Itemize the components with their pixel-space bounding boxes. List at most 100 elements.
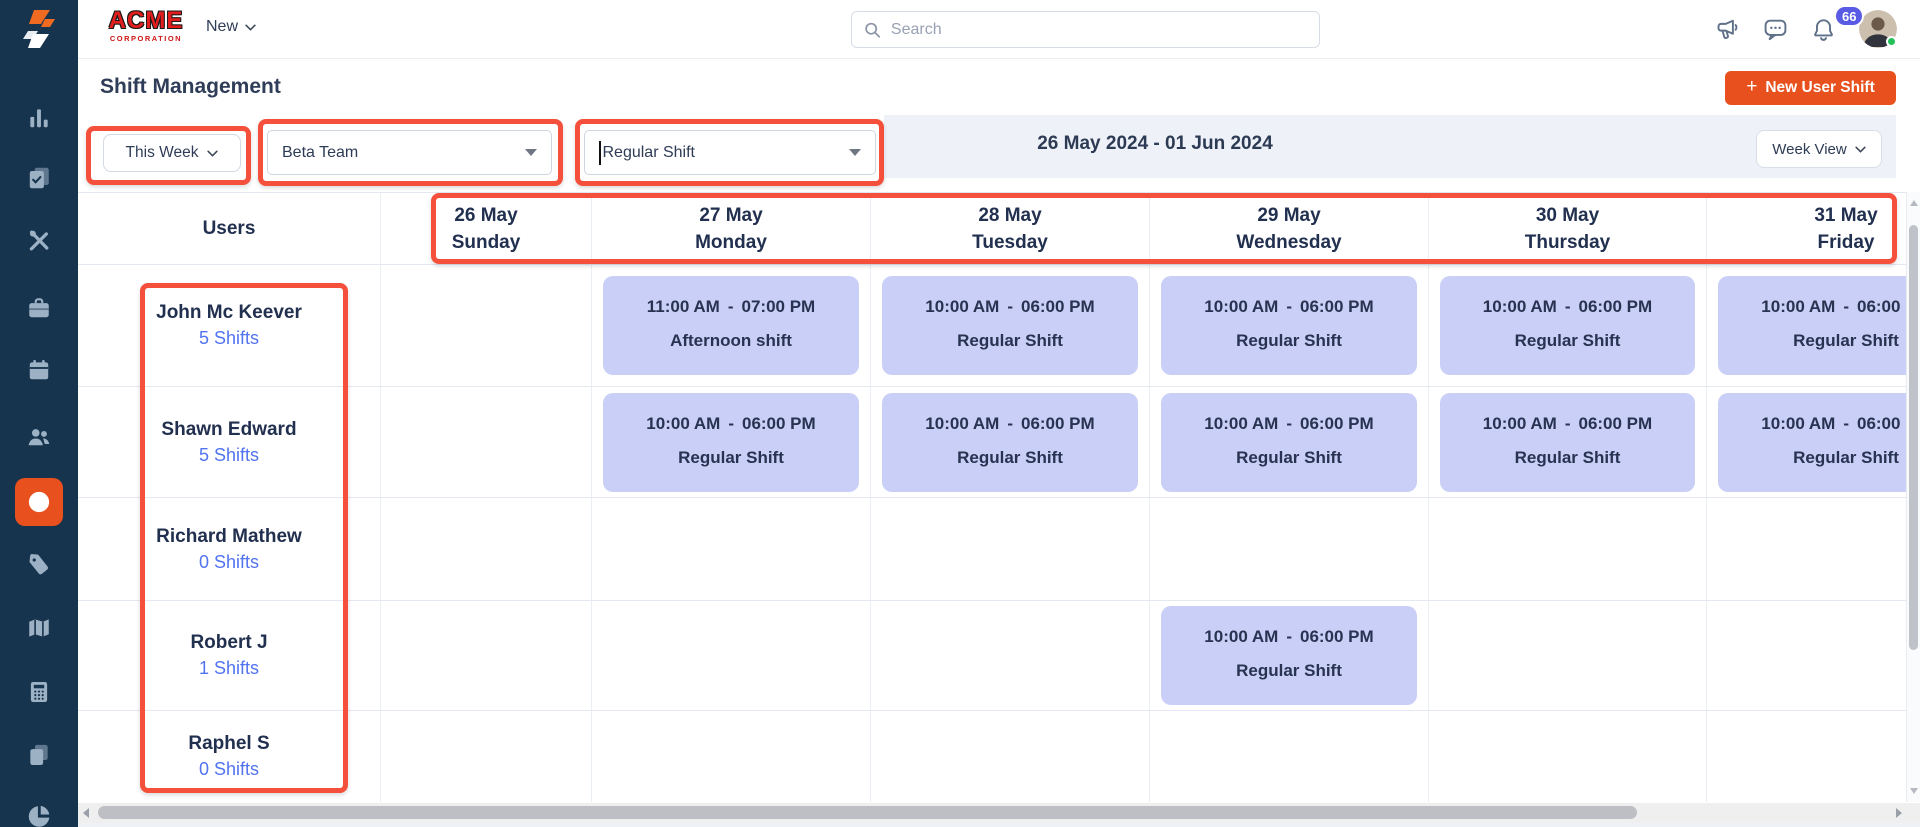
notification-badge: 66 (1834, 5, 1864, 27)
shift-type-select[interactable]: Regular Shift (584, 130, 876, 175)
shift-card[interactable]: 10:00 AM-06:00 PM Regular Shift (1718, 393, 1906, 492)
user-row: Shawn Edward5 Shifts 10:00 AM-06:00 PM Reg… (78, 387, 1906, 498)
dash: - (1007, 414, 1013, 434)
shift-card[interactable]: 11:00 AM-07:00 PMAfternoon shift (603, 276, 859, 375)
scroll-left-arrow[interactable] (83, 808, 89, 818)
day-header-weekday: Sunday (452, 229, 521, 256)
shift-card[interactable]: 10:00 AM-06:00 PMRegular Shift (1718, 276, 1906, 375)
shift-card[interactable]: 10:00 AM-06:00 PMRegular Shift (603, 393, 859, 492)
day-header-date: 27 May (699, 202, 762, 229)
shift-card[interactable]: 10:00 AM-06:00 PMRegular Shift (1440, 276, 1695, 375)
shift-card[interactable]: 10:00 AM-06:00 PMRegular Shift (1161, 393, 1417, 492)
sidebar-item-clock[interactable] (15, 478, 63, 526)
calculator-icon (26, 679, 52, 705)
sidebar-item-clipboard-check[interactable] (15, 154, 63, 202)
brand-subtitle: CORPORATION (100, 34, 192, 43)
period-dropdown[interactable]: This Week (103, 134, 241, 172)
shift-label: Regular Shift (1236, 448, 1342, 468)
shift-start-time: 10:00 AM (1761, 297, 1835, 317)
scroll-up-arrow[interactable] (1910, 200, 1918, 206)
new-menu[interactable]: New (206, 18, 256, 36)
day-cell: 10:00 AM-06:00 PMRegular Shift (1707, 265, 1906, 386)
shift-label: Regular Shift (1793, 331, 1899, 351)
dropdown-arrow-icon (849, 149, 861, 156)
sidebar-item-tools[interactable] (15, 216, 63, 264)
shift-time: 10:00 AM-06:00 PM (1204, 297, 1373, 317)
dash: - (1286, 627, 1292, 647)
sidebar (0, 0, 78, 827)
shift-card[interactable]: 10:00 AM-06:00 PMRegular Shift (1440, 393, 1695, 492)
day-header-date: 29 May (1257, 202, 1320, 229)
user-shift-count[interactable]: 5 Shifts (199, 328, 259, 349)
shift-start-time: 10:00 AM (1483, 297, 1557, 317)
shift-card[interactable]: 10:00 AM-06:00 PMRegular Shift (882, 276, 1138, 375)
day-cell (381, 601, 592, 710)
shift-label: Regular Shift (1236, 661, 1342, 681)
user-shift-count[interactable]: 1 Shifts (199, 658, 259, 679)
day-header-wednesday: 29 MayWednesday (1150, 193, 1429, 264)
day-header-weekday: Wednesday (1236, 229, 1341, 256)
shift-card[interactable]: 10:00 AM-06:00 PMRegular Shift (1161, 606, 1417, 705)
shift-end-time: 06:00 PM (1857, 414, 1906, 434)
day-cell: 10:00 AM-06:00 PMRegular Shift (1150, 387, 1429, 497)
user-shift-count[interactable]: 5 Shifts (199, 445, 259, 466)
shift-time: 10:00 AM-06:00 PM (1761, 414, 1906, 434)
day-cell (592, 498, 871, 600)
dash: - (1007, 297, 1013, 317)
day-cell (381, 387, 592, 497)
horizontal-scrollbar-thumb[interactable] (98, 806, 1637, 819)
page-title: Shift Management (100, 75, 281, 99)
search-input[interactable] (891, 21, 1307, 39)
user-name: John Mc Keever (156, 302, 302, 324)
shift-end-time: 06:00 PM (1021, 414, 1095, 434)
megaphone-icon[interactable] (1714, 16, 1741, 43)
vertical-scrollbar-thumb[interactable] (1909, 225, 1918, 650)
sidebar-item-calculator[interactable] (15, 668, 63, 716)
day-cell (871, 601, 1150, 710)
sidebar-item-calendar[interactable] (15, 346, 63, 394)
sidebar-item-bar-chart[interactable] (15, 94, 63, 142)
shift-calendar-grid: Users26 MaySunday27 MayMonday28 MayTuesd… (78, 192, 1906, 802)
shift-card[interactable]: 10:00 AM-06:00 PMRegular Shift (882, 393, 1138, 492)
calendar-header-row: Users26 MaySunday27 MayMonday28 MayTuesd… (78, 193, 1906, 265)
shift-card[interactable]: 10:00 AM-06:00 PMRegular Shift (1161, 276, 1417, 375)
new-user-shift-button[interactable]: + New User Shift (1725, 71, 1896, 105)
view-mode-dropdown[interactable]: Week View (1756, 130, 1882, 168)
user-cell[interactable]: Robert J1 Shifts (78, 601, 381, 710)
user-cell[interactable]: Richard Mathew0 Shifts (78, 498, 381, 600)
chat-icon[interactable] (1762, 16, 1789, 43)
team-select[interactable]: Beta Team (267, 130, 552, 175)
sidebar-item-tag[interactable] (15, 541, 63, 589)
app-logo[interactable] (17, 7, 61, 53)
shift-end-time: 06:00 PM (1578, 297, 1652, 317)
user-cell[interactable]: John Mc Keever 5 Shifts (78, 265, 381, 386)
vertical-scrollbar[interactable] (1906, 192, 1920, 802)
shift-label: Regular Shift (1793, 448, 1899, 468)
day-cell (1150, 711, 1429, 802)
shift-start-time: 10:00 AM (1204, 297, 1278, 317)
clock-icon (26, 489, 52, 515)
tools-icon (26, 227, 52, 253)
shift-end-time: 06:00 PM (1300, 414, 1374, 434)
bell-icon[interactable] (1810, 16, 1837, 43)
day-cell (592, 711, 871, 802)
sidebar-item-users[interactable] (15, 413, 63, 461)
user-name: Raphel S (188, 733, 269, 755)
user-cell[interactable]: Raphel S 0 Shifts (78, 711, 381, 802)
day-cell (381, 498, 592, 600)
sidebar-item-documents[interactable] (15, 731, 63, 779)
text-caret (599, 141, 601, 165)
acme-logo[interactable]: ACME CORPORATION (100, 9, 192, 43)
horizontal-scrollbar[interactable] (78, 803, 1920, 823)
sidebar-item-map[interactable] (15, 604, 63, 652)
sidebar-item-briefcase[interactable] (15, 284, 63, 332)
shift-start-time: 10:00 AM (1204, 627, 1278, 647)
day-cell (381, 265, 592, 386)
chevron-down-icon (207, 150, 218, 157)
user-shift-count[interactable]: 0 Shifts (199, 552, 259, 573)
scroll-right-arrow[interactable] (1896, 808, 1902, 818)
scroll-down-arrow[interactable] (1910, 788, 1918, 794)
sidebar-item-pie-chart[interactable] (15, 792, 63, 827)
user-shift-count[interactable]: 0 Shifts (199, 759, 259, 780)
user-cell[interactable]: Shawn Edward5 Shifts (78, 387, 381, 497)
